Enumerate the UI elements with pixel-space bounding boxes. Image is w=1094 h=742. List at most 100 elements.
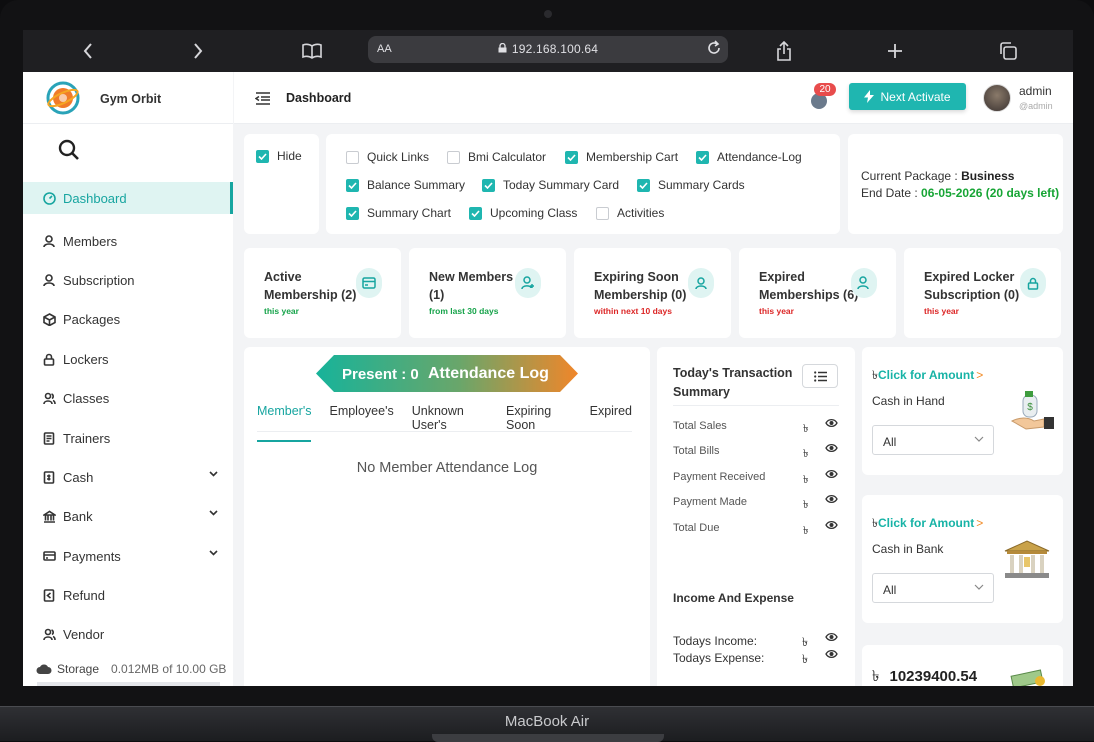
transaction-label: Total Sales (673, 420, 727, 432)
option-label: Summary Cards (658, 178, 745, 192)
eye-icon[interactable] (825, 469, 838, 482)
tabs-divider (257, 431, 632, 432)
user-icon (688, 268, 714, 298)
sidebar-item-vendor[interactable]: Vendor (23, 615, 233, 654)
reader-book-icon[interactable] (297, 30, 327, 72)
user-handle: @admin (1019, 101, 1053, 111)
sidebar-item-bank[interactable]: Bank (23, 497, 233, 536)
sidebar-item-label: Trainers (63, 430, 111, 446)
cash-hand-click-link[interactable]: ৳Click for Amount > (872, 367, 983, 387)
sidebar-item-subscription[interactable]: Subscription (23, 261, 233, 300)
sidebar-item-packages[interactable]: Packages (23, 300, 233, 339)
tab-unknown-user-s[interactable]: Unknown User's (412, 404, 488, 442)
option-checkbox-quick-links[interactable]: Quick Links (346, 150, 429, 164)
empty-attendance-message: No Member Attendance Log (356, 460, 538, 476)
money-hand-icon: $ (1010, 391, 1054, 430)
tab-expiring-soon[interactable]: Expiring Soon (506, 404, 572, 442)
sidebar-item-label: Cash (63, 469, 94, 485)
webcam (544, 10, 552, 18)
stat-title-line1: New Members (429, 270, 514, 284)
stat-card[interactable]: Expired Memberships (6) this year (739, 248, 896, 338)
current-package-value: Business (961, 169, 1015, 183)
sidebar-item-label: Lockers (63, 351, 109, 367)
cash-bank-click-link[interactable]: ৳Click for Amount > (872, 515, 983, 535)
transaction-label: Payment Received (673, 470, 766, 483)
stat-card[interactable]: New Members (1) from last 30 days (409, 248, 566, 338)
option-checkbox-activities[interactable]: Activities (596, 206, 664, 220)
transaction-row: Total Due ৳ (673, 520, 838, 537)
total-amount: ৳ 10239400.54 (872, 665, 977, 686)
document-icon (42, 431, 56, 445)
forward-icon[interactable] (183, 30, 213, 72)
share-icon[interactable] (769, 30, 799, 72)
hide-checkbox[interactable]: Hide (256, 149, 302, 163)
sidebar-item-refund[interactable]: Refund (23, 576, 233, 615)
gym-orbit-logo[interactable] (45, 80, 81, 116)
sidebar-item-lockers[interactable]: Lockers (23, 340, 233, 379)
end-date-value: 06-05-2026 (20 days left) (921, 186, 1060, 200)
page-title: Dashboard (286, 91, 352, 105)
eye-icon[interactable] (825, 494, 838, 507)
sidebar-item-classes[interactable]: Classes (23, 379, 233, 418)
stat-card[interactable]: Expiring Soon Membership (0) within next 1… (574, 248, 731, 338)
sidebar-item-label: Dashboard (63, 190, 127, 206)
eye-icon[interactable] (825, 443, 838, 456)
sidebar-item-payments[interactable]: Payments (23, 537, 233, 576)
transaction-row: Payment Made ৳ (673, 494, 838, 511)
transaction-label: Total Bills (673, 445, 720, 458)
eye-icon[interactable] (825, 648, 838, 662)
checkbox-unchecked-icon (447, 150, 460, 164)
option-checkbox-membership-cart[interactable]: Membership Cart (565, 150, 678, 164)
eye-icon[interactable] (825, 631, 838, 645)
next-activate-button[interactable]: Next Activate (849, 83, 966, 110)
checkbox-checked-icon (482, 178, 495, 192)
option-checkbox-today-summary-card[interactable]: Today Summary Card (482, 178, 619, 192)
avatar[interactable] (983, 84, 1011, 112)
click-amount-label: Click for Amount (877, 368, 975, 382)
option-checkbox-attendance-log[interactable]: Attendance-Log (696, 150, 802, 164)
sidebar-item-members[interactable]: Members (23, 221, 233, 260)
package-card: Current Package : Business End Date : 06… (848, 134, 1063, 234)
option-checkbox-summary-cards[interactable]: Summary Cards (637, 178, 745, 192)
option-checkbox-upcoming-class[interactable]: Upcoming Class (469, 206, 577, 220)
checkbox-checked-icon (346, 178, 359, 192)
stat-card[interactable]: Expired Locker Subscription (0) this year (904, 248, 1061, 338)
tab-member-s[interactable]: Member's (257, 404, 312, 442)
reload-icon[interactable] (706, 40, 722, 59)
eye-icon[interactable] (825, 418, 838, 431)
option-checkbox-bmi-calculator[interactable]: Bmi Calculator (447, 150, 546, 164)
back-icon[interactable] (73, 30, 103, 72)
user-name: admin (1019, 84, 1052, 98)
list-icon (813, 370, 827, 382)
tab-expired[interactable]: Expired (590, 404, 632, 442)
user-add-icon (515, 268, 541, 298)
sidebar: Gym Orbit Dashboard Members Subscription Pa… (23, 72, 233, 686)
checkbox-checked-icon (469, 206, 482, 220)
eye-icon[interactable] (825, 520, 838, 533)
option-label: Summary Chart (367, 206, 452, 220)
sidebar-header: Gym Orbit (23, 72, 233, 124)
option-label: Balance Summary (367, 178, 466, 192)
address-bar[interactable]: AA 192.168.100.64 (368, 36, 728, 63)
sidebar-item-trainers[interactable]: Trainers (23, 418, 233, 457)
menu-toggle-icon[interactable] (254, 92, 271, 110)
stat-title-line2: (1) (429, 288, 445, 302)
stat-card[interactable]: Active Membership (2) this year (244, 248, 401, 338)
sidebar-item-dashboard[interactable]: Dashboard (23, 182, 233, 214)
tab-employee-s[interactable]: Employee's (329, 404, 393, 442)
total-amount-card: ৳ 10239400.54 (862, 645, 1063, 686)
new-tab-icon[interactable] (880, 30, 910, 72)
stat-subtitle: this year (759, 306, 794, 316)
option-checkbox-balance-summary[interactable]: Balance Summary (346, 178, 465, 192)
refund-icon (42, 589, 56, 603)
search-icon[interactable] (58, 139, 80, 166)
cash-bank-select[interactable]: All (872, 573, 994, 603)
income-expense-row: Todays Expense: ৳ (673, 648, 838, 666)
sidebar-item-cash[interactable]: Cash (23, 458, 233, 497)
cash-hand-select[interactable]: All (872, 425, 994, 455)
next-activate-label: Next Activate (880, 89, 951, 104)
tabs-overview-icon[interactable] (993, 30, 1023, 72)
list-view-button[interactable] (802, 364, 838, 388)
income-expense-label: Todays Income: (673, 634, 758, 648)
option-checkbox-summary-chart[interactable]: Summary Chart (346, 206, 451, 220)
